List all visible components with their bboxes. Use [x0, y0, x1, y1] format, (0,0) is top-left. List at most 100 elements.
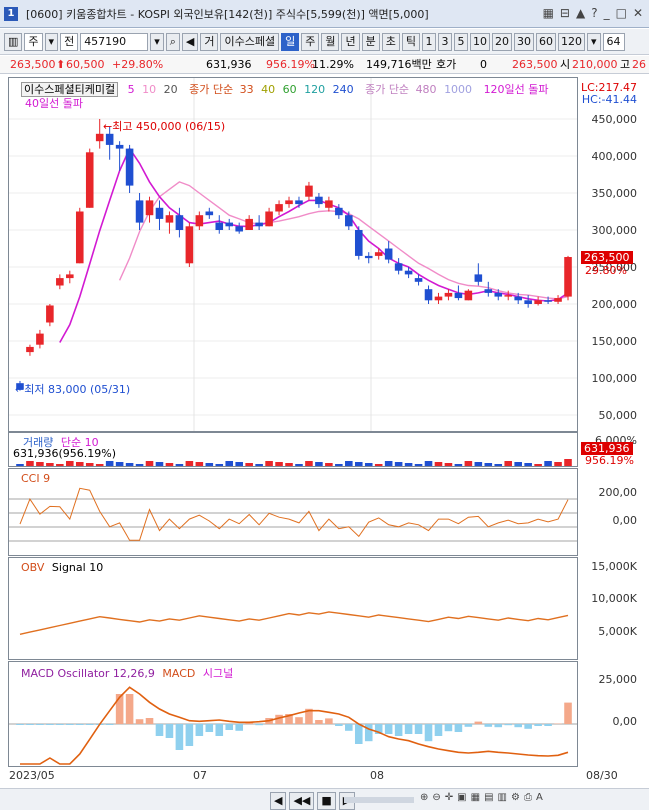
dropdown-icon[interactable]: ▾: [44, 32, 59, 51]
volume-bar: [414, 464, 423, 466]
period-combo[interactable]: 주: [24, 32, 43, 51]
volume-bar: [524, 463, 532, 466]
low-marker: ←최저 83,000 (05/31): [15, 383, 131, 396]
macd-oscillator-bar: [354, 724, 363, 744]
candle-body: [364, 255, 373, 259]
volume-bar: [325, 463, 333, 466]
candle-body: [175, 215, 184, 230]
breakout-40-label: 40일선 돌파: [25, 97, 83, 110]
interval-60-button[interactable]: 60: [535, 32, 556, 51]
volume-pct-tag: 956.19%: [585, 454, 634, 467]
interval-20-button[interactable]: 20: [491, 32, 512, 51]
maximize-icon[interactable]: □: [616, 6, 627, 20]
zoom-in-icon[interactable]: ⊕: [420, 792, 428, 803]
volume-bar: [165, 463, 174, 466]
macd-oscillator-bar: [205, 724, 214, 732]
stock-name: 이수스페셜: [220, 32, 280, 51]
stop-icon[interactable]: ■: [317, 792, 336, 810]
volume-bar: [275, 462, 283, 466]
candle-body: [414, 278, 423, 282]
save-icon[interactable]: ▥: [498, 792, 507, 803]
code-dropdown-icon[interactable]: ▾: [150, 32, 164, 51]
macd-oscillator-bar: [195, 724, 204, 736]
interval-30-button[interactable]: 30: [513, 32, 534, 51]
sound-icon[interactable]: ◀: [181, 32, 199, 51]
interval-dropdown-icon[interactable]: ▾: [586, 32, 601, 51]
candle-body: [424, 289, 433, 301]
settings-icon[interactable]: ⚙: [511, 792, 520, 803]
macd-oscillator-bar: [46, 724, 54, 725]
layout-icon[interactable]: ▥: [4, 32, 23, 51]
obv-tick: 5,000K: [598, 625, 637, 638]
period-week-button[interactable]: 주: [301, 32, 320, 51]
indicator-icon[interactable]: ▤: [484, 792, 493, 803]
volume: 631,936: [206, 58, 252, 71]
cross-icon[interactable]: ✛: [445, 792, 453, 803]
period-month-button[interactable]: 월: [321, 32, 340, 51]
macd-axis: 25,000 0,00: [579, 661, 641, 767]
help-icon[interactable]: ?: [591, 6, 597, 20]
stock-code-input[interactable]: 457190: [80, 32, 149, 51]
macd-pane[interactable]: MACD Oscillator 12,26,9 MACD 시그널: [8, 661, 578, 767]
period-minute-button[interactable]: 분: [361, 32, 380, 51]
volume-axis: 6,000% 631,936 956.19%: [579, 432, 641, 467]
interval-120-button[interactable]: 120: [557, 32, 585, 51]
high-label: 고: [620, 58, 631, 71]
search-icon[interactable]: ⌕: [165, 32, 180, 51]
lock-icon[interactable]: ▲: [576, 6, 585, 20]
period-tick-button[interactable]: 틱: [401, 32, 420, 51]
candle-body: [564, 257, 572, 297]
obv-title: OBV: [21, 561, 45, 574]
scroll-track[interactable]: [344, 797, 414, 803]
ma240-legend: 240: [332, 83, 354, 96]
text-tool-icon[interactable]: A: [536, 792, 543, 803]
zoom-out-icon[interactable]: ⊖: [432, 792, 440, 803]
scroll-first-icon[interactable]: ◀: [270, 792, 287, 810]
obv-pane[interactable]: OBV Signal 10: [8, 557, 578, 660]
candle-body: [26, 346, 34, 353]
macd-oscillator-bar: [544, 724, 552, 726]
volume-bar: [195, 462, 204, 466]
market-button[interactable]: 전: [60, 32, 79, 51]
chart-area[interactable]: 이수스페셜티케미컬 5 10 20 종가 단순 33 40 60 120 240…: [0, 75, 649, 787]
candle-body: [494, 292, 503, 297]
cci-tick: 200,00: [598, 486, 638, 499]
macd-oscillator-bar: [215, 724, 224, 736]
macd-oscillator-bar: [315, 720, 323, 724]
cci-axis: 200,00 0,00: [579, 468, 641, 556]
window-title: [0600] 키움종합차트 - KOSPI 외국인보유[142(천)] 주식수[…: [26, 7, 429, 21]
macd-oscillator-bar: [295, 717, 303, 724]
volume-pane[interactable]: 거래량 단순 10 631,936(956.19%): [8, 432, 578, 467]
print-icon[interactable]: ⎙: [524, 792, 532, 803]
ma5-line: [59, 146, 569, 343]
macd-oscillator-bar: [514, 724, 522, 728]
period-second-button[interactable]: 초: [381, 32, 400, 51]
period-day-button[interactable]: 일: [281, 32, 300, 51]
candle-body: [484, 289, 493, 293]
candle-body: [464, 290, 473, 301]
interval-3-button[interactable]: 3: [437, 32, 452, 51]
quote-label: 호가: [436, 58, 457, 71]
grid-toggle-icon[interactable]: ▦: [471, 792, 480, 803]
capture-icon[interactable]: ▣: [457, 792, 466, 803]
trade-amount: 149,716백만: [366, 58, 432, 71]
grid-icon[interactable]: ▦: [543, 6, 554, 20]
cci-pane[interactable]: CCI 9: [8, 468, 578, 556]
macd-oscillator-bar: [564, 702, 572, 724]
scroll-prev-page-icon[interactable]: ◀◀: [289, 792, 315, 810]
interval-1-button[interactable]: 1: [421, 32, 436, 51]
price-tick: 100,000: [591, 372, 638, 385]
count-input[interactable]: 64: [602, 32, 625, 51]
close-icon[interactable]: ✕: [633, 6, 643, 20]
ma40-legend: 40: [261, 83, 276, 96]
price-pane[interactable]: 이수스페셜티케미컬 5 10 20 종가 단순 33 40 60 120 240…: [8, 77, 578, 432]
interval-5-button[interactable]: 5: [453, 32, 468, 51]
period-year-button[interactable]: 년: [341, 32, 360, 51]
volume-bar: [105, 461, 114, 466]
volume-bar: [225, 461, 234, 466]
candle-body: [285, 200, 293, 205]
minimize-icon[interactable]: _: [604, 6, 610, 20]
volume-bar: [245, 463, 253, 466]
interval-10-button[interactable]: 10: [469, 32, 490, 51]
minimize-to-tray-icon[interactable]: ⊟: [560, 6, 570, 20]
